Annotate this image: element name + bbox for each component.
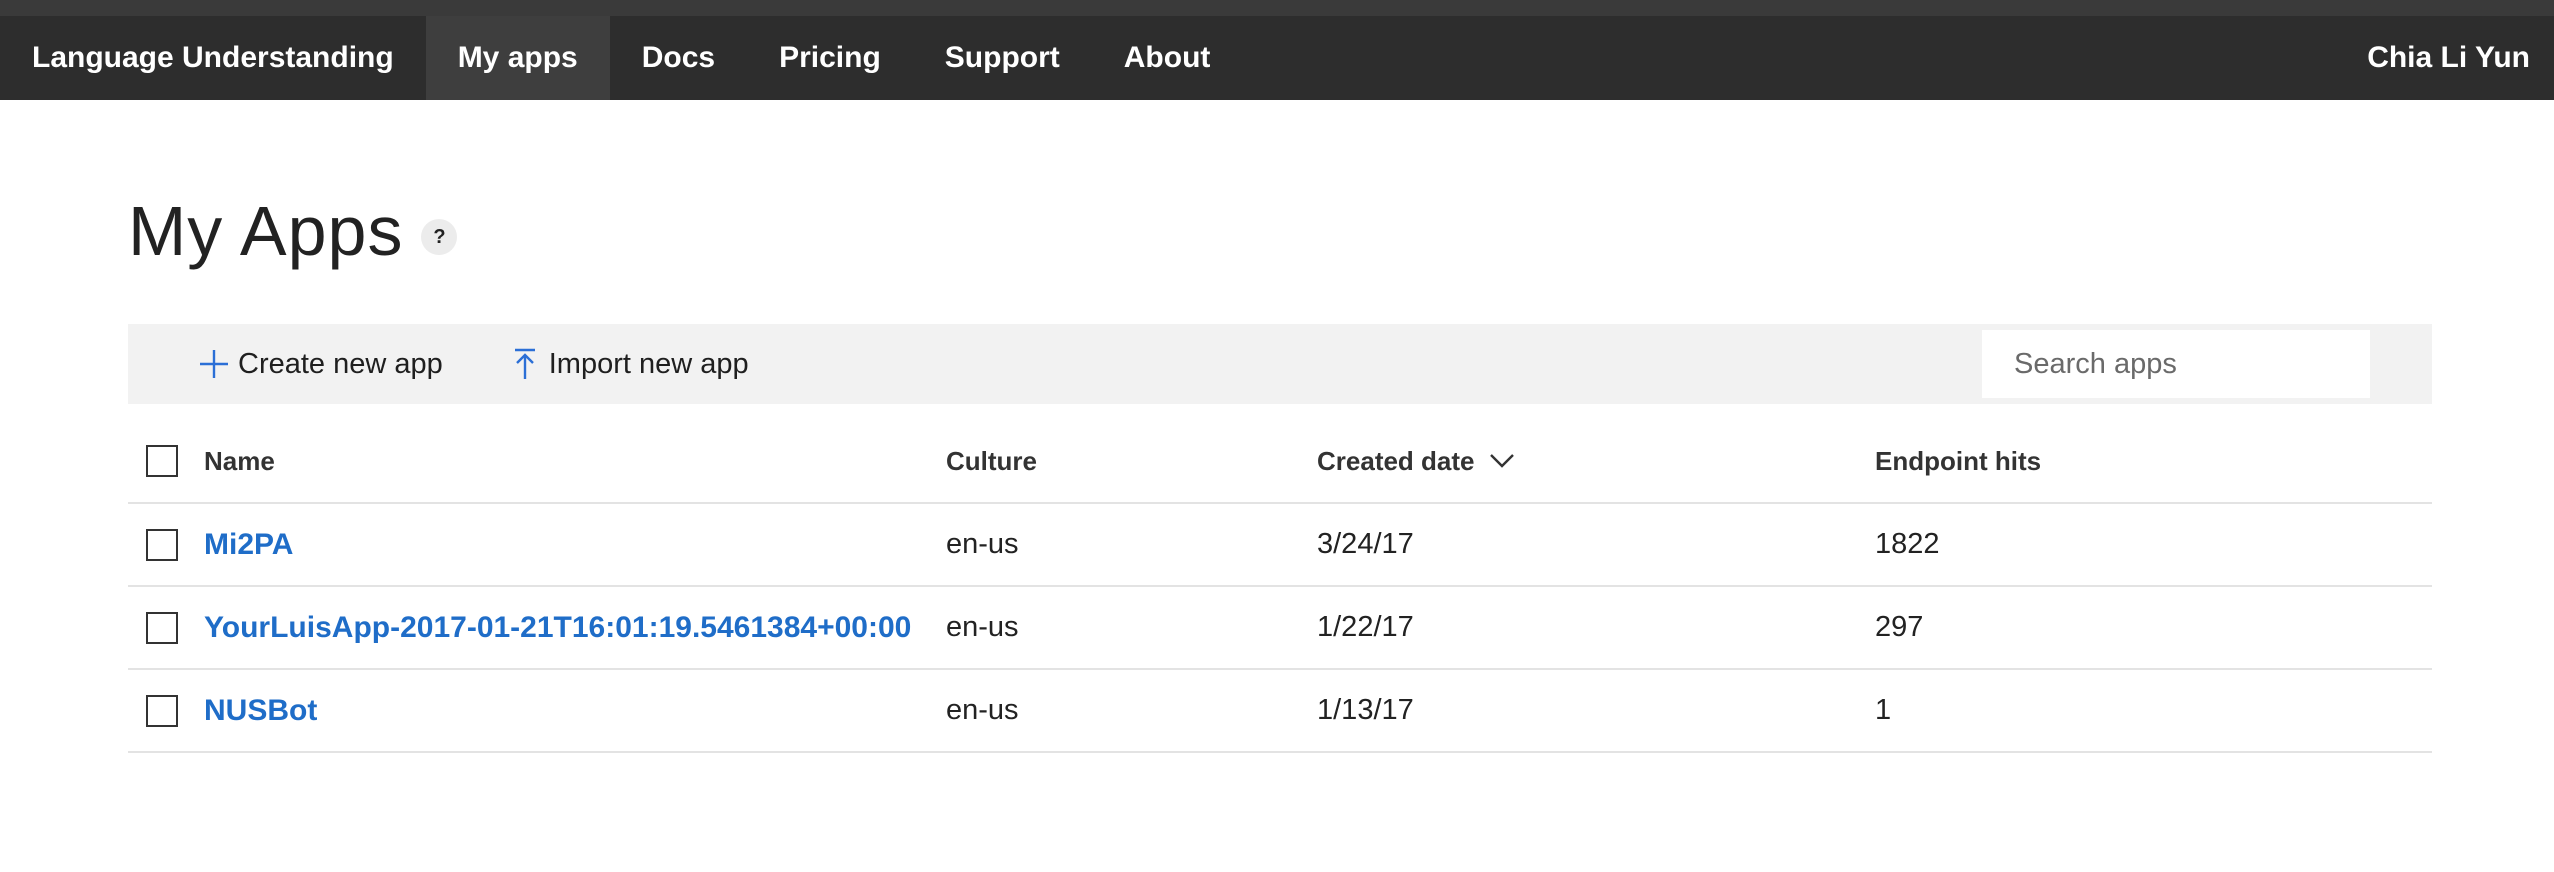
table-row: NUSBot en-us 1/13/17 1 [128, 670, 2432, 753]
app-culture: en-us [946, 611, 1019, 643]
created-date-label: Created date [1317, 445, 1475, 476]
table-row: YourLuisApp-2017-01-21T16:01:19.5461384+… [128, 587, 2432, 670]
row-checkbox[interactable] [146, 694, 178, 727]
plus-icon [200, 350, 228, 378]
chevron-down-icon [1489, 454, 1514, 468]
apps-toolbar: Create new app Import new app [128, 324, 2432, 404]
import-new-app-label: Import new app [548, 347, 749, 380]
nav-docs[interactable]: Docs [610, 16, 747, 100]
top-strip [0, 0, 2554, 16]
brand-link[interactable]: Language Understanding [0, 16, 426, 100]
row-checkbox[interactable] [146, 611, 178, 644]
upload-icon [514, 348, 535, 379]
user-menu[interactable]: Chia Li Yun [2335, 16, 2554, 100]
nav-my-apps[interactable]: My apps [425, 16, 610, 100]
table-header-row: Name Culture Created date Endpoint hits [128, 420, 2432, 504]
apps-table: Name Culture Created date Endpoint hits … [128, 420, 2432, 753]
app-endpoint-hits: 1822 [1875, 528, 1940, 560]
column-header-name[interactable]: Name [204, 446, 946, 477]
help-icon[interactable]: ? [421, 219, 458, 255]
nav-about[interactable]: About [1092, 16, 1243, 100]
app-endpoint-hits: 297 [1875, 611, 1924, 643]
app-created-date: 1/22/17 [1317, 611, 1414, 643]
top-navbar: Language Understanding My apps Docs Pric… [0, 16, 2554, 100]
import-new-app-button[interactable]: Import new app [509, 346, 749, 382]
search-apps-input[interactable] [1982, 330, 2370, 398]
app-name-link[interactable]: NUSBot [204, 694, 317, 727]
page-header: My Apps ? [128, 192, 458, 270]
app-culture: en-us [946, 694, 1019, 726]
app-created-date: 1/13/17 [1317, 694, 1414, 726]
column-header-culture[interactable]: Culture [946, 446, 1317, 477]
table-row: Mi2PA en-us 3/24/17 1822 [128, 504, 2432, 587]
column-header-created-date[interactable]: Created date [1317, 446, 1875, 477]
select-all-checkbox[interactable] [146, 445, 178, 477]
app-culture: en-us [946, 528, 1019, 560]
column-header-endpoint-hits[interactable]: Endpoint hits [1875, 446, 2432, 477]
app-name-link[interactable]: YourLuisApp-2017-01-21T16:01:19.5461384+… [204, 611, 911, 644]
app-name-link[interactable]: Mi2PA [204, 528, 293, 561]
create-new-app-button[interactable]: Create new app [198, 346, 443, 382]
app-created-date: 3/24/17 [1317, 528, 1414, 560]
app-endpoint-hits: 1 [1875, 694, 1892, 726]
page-title: My Apps [128, 192, 404, 270]
nav-support[interactable]: Support [913, 16, 1092, 100]
create-new-app-label: Create new app [238, 347, 443, 380]
nav-pricing[interactable]: Pricing [747, 16, 913, 100]
row-checkbox[interactable] [146, 528, 178, 561]
